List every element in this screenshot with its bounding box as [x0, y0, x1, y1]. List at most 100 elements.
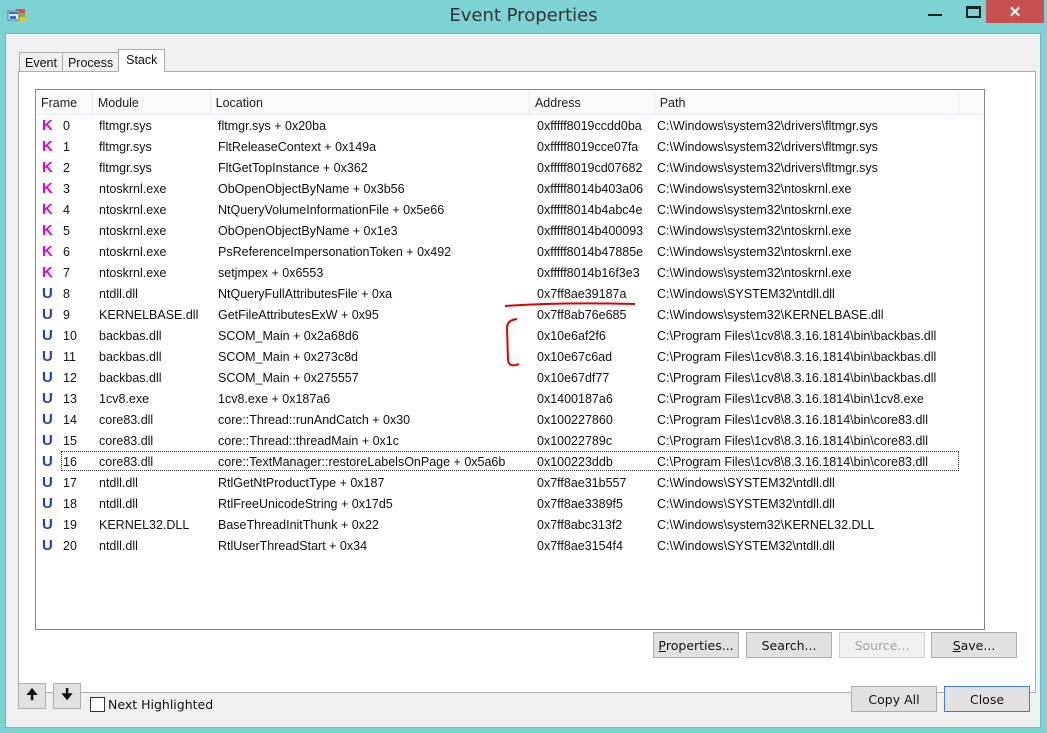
column-header-address[interactable]: Address — [530, 90, 655, 114]
close-button[interactable]: Close — [944, 686, 1030, 712]
stack-frame-row[interactable]: K 7 ntoskrnl.exe setjmpex + 0x6553 0xfffff80… — [36, 262, 984, 283]
stack-frame-row[interactable]: U 11 backbas.dll SCOM_Main + 0x273c8d 0x10e6… — [36, 346, 984, 367]
title-bar[interactable]: Event Properties ✕ — [0, 0, 1047, 33]
source-button: Source... — [839, 632, 925, 658]
path-cell: C:\Windows\system32\ntoskrnl.exe — [657, 223, 852, 238]
address-cell: 0x7ff8ae3154f4 — [537, 538, 623, 553]
next-highlighted-checkbox-box[interactable] — [90, 697, 105, 712]
module-cell: KERNEL32.DLL — [99, 517, 190, 532]
stack-frame-row[interactable]: U 18 ntdll.dll RtlFreeUnicodeString + 0x17d… — [36, 493, 984, 514]
stack-frame-row[interactable]: U 12 backbas.dll SCOM_Main + 0x275557 0x10e6… — [36, 367, 984, 388]
path-cell: C:\Program Files\1cv8\8.3.16.1814\bin\co… — [657, 412, 928, 427]
stack-frame-row[interactable]: K 0 fltmgr.sys fltmgr.sys + 0x20ba 0xfffff80… — [36, 115, 984, 136]
next-highlighted-checkbox[interactable]: Next Highlighted — [90, 697, 213, 712]
user-mode-icon: U — [42, 285, 53, 302]
location-cell: RtlUserThreadStart + 0x34 — [218, 538, 368, 553]
path-cell: C:\Program Files\1cv8\8.3.16.1814\bin\ba… — [657, 370, 937, 385]
frame-number: 2 — [63, 160, 70, 175]
save-button[interactable]: Save... — [931, 632, 1017, 658]
kernel-mode-icon: K — [42, 159, 53, 176]
frame-cell: K0 — [36, 117, 93, 134]
frame-cell: U8 — [36, 285, 93, 302]
stack-frame-row[interactable]: K 4 ntoskrnl.exe NtQueryVolumeInformationFi… — [36, 199, 984, 220]
stack-frame-row[interactable]: U 13 1cv8.exe 1cv8.exe + 0x187a6 0x1400187a6… — [36, 388, 984, 409]
module-cell: backbas.dll — [99, 328, 162, 343]
column-header-module[interactable]: Module — [93, 90, 211, 114]
next-event-button[interactable]: 🠋 — [53, 683, 81, 709]
previous-event-button[interactable]: 🠉 — [18, 683, 46, 709]
path-cell: C:\Windows\system32\ntoskrnl.exe — [657, 265, 852, 280]
search-button[interactable]: Search... — [746, 632, 832, 658]
frame-cell: K6 — [36, 243, 93, 260]
user-mode-icon: U — [42, 390, 53, 407]
location-cell: SCOM_Main + 0x2a68d6 — [218, 328, 359, 343]
stack-frame-row[interactable]: K 6 ntoskrnl.exe PsReferenceImpersonationTo… — [36, 241, 984, 262]
stack-frame-row[interactable]: U 14 core83.dll core::Thread::runAndCatch +… — [36, 409, 984, 430]
stack-rows: K 0 fltmgr.sys fltmgr.sys + 0x20ba 0xfffff80… — [36, 115, 984, 556]
module-cell: KERNELBASE.dll — [99, 307, 199, 322]
path-cell: C:\Windows\system32\ntoskrnl.exe — [657, 181, 852, 196]
frame-number: 13 — [63, 391, 77, 406]
column-header-frame[interactable]: Frame — [36, 90, 93, 114]
frame-cell: U 19 — [36, 516, 93, 533]
module-cell: ntoskrnl.exe — [99, 223, 167, 238]
stack-frame-row[interactable]: U 15 core83.dll core::Thread::threadMain + … — [36, 430, 984, 451]
stack-list-header: Frame Module Location Address Path — [36, 90, 984, 115]
location-cell: NtQueryFullAttributesFile + 0xa — [218, 286, 393, 301]
frame-cell: U 15 — [36, 432, 93, 449]
user-mode-icon: U — [42, 411, 53, 428]
stack-frame-row[interactable]: U 9 KERNELBASE.dll GetFileAttributesExW + 0… — [36, 304, 984, 325]
stack-frame-row[interactable]: K 2 fltmgr.sys FltGetTopInstance + 0x362 0xf… — [36, 157, 984, 178]
address-cell: 0x10e67df77 — [537, 370, 610, 385]
path-cell: C:\Windows\system32\KERNEL32.DLL — [657, 517, 875, 532]
location-cell: GetFileAttributesExW + 0x95 — [218, 307, 379, 322]
close-window-button[interactable]: ✕ — [986, 0, 1044, 23]
stack-frame-row[interactable]: K 1 fltmgr.sys FltReleaseContext + 0x149a 0x… — [36, 136, 984, 157]
properties-button[interactable]: Properties... — [653, 632, 739, 658]
kernel-mode-icon: K — [42, 243, 53, 260]
module-cell: ntdll.dll — [99, 475, 138, 490]
frame-number: 6 — [63, 244, 70, 259]
address-cell: 0xfffff8019ccdd0ba — [537, 118, 642, 133]
address-cell: 0x10022789c — [537, 433, 613, 448]
tab-stack[interactable]: Stack — [118, 49, 166, 72]
stack-frame-row[interactable]: U 19 KERNEL32.DLL BaseThreadInitThunk + 0x2… — [36, 514, 984, 535]
frame-number: 12 — [63, 370, 77, 385]
frame-number: 8 — [63, 286, 70, 301]
window-title: Event Properties — [449, 5, 598, 26]
frame-number: 17 — [63, 475, 77, 490]
frame-cell: K5 — [36, 222, 93, 239]
copy-all-button[interactable]: Copy All — [851, 686, 937, 712]
module-cell: ntoskrnl.exe — [99, 265, 167, 280]
column-header-path[interactable]: Path — [655, 90, 960, 114]
frame-cell: K4 — [36, 201, 93, 218]
frame-number: 15 — [63, 433, 77, 448]
frame-cell: K2 — [36, 159, 93, 176]
stack-frame-row[interactable]: U 8 ntdll.dll NtQueryFullAttributesFile + 0… — [36, 283, 984, 304]
stack-frame-row[interactable]: U 17 ntdll.dll RtlGetNtProductType + 0x187 0… — [36, 472, 984, 493]
frame-cell: K7 — [36, 264, 93, 281]
user-mode-icon: U — [42, 327, 53, 344]
stack-tab-panel: Frame Module Location Address Path K 0 flt… — [18, 71, 1036, 693]
column-header-location[interactable]: Location — [211, 90, 530, 114]
stack-frame-row[interactable]: U 16 core83.dll core::TextManager::restoreL… — [36, 451, 984, 472]
stack-list[interactable]: Frame Module Location Address Path K 0 flt… — [35, 89, 985, 630]
stack-frame-row[interactable]: K 3 ntoskrnl.exe ObOpenObjectByName + 0x3b5… — [36, 178, 984, 199]
minimize-button[interactable] — [921, 0, 949, 23]
path-cell: C:\Windows\SYSTEM32\ntdll.dll — [657, 475, 835, 490]
stack-frame-row[interactable]: U 20 ntdll.dll RtlUserThreadStart + 0x34 0x7… — [36, 535, 984, 556]
user-mode-icon: U — [42, 474, 53, 491]
maximize-icon — [965, 5, 981, 18]
user-mode-icon: U — [42, 432, 53, 449]
address-cell: 0x10e67c6ad — [537, 349, 613, 364]
module-cell: fltmgr.sys — [99, 139, 152, 154]
maximize-button[interactable] — [959, 0, 987, 23]
stack-frame-row[interactable]: K 5 ntoskrnl.exe ObOpenObjectByName + 0x1e3… — [36, 220, 984, 241]
tab-event[interactable]: Event — [19, 52, 63, 72]
location-cell: SCOM_Main + 0x275557 — [218, 370, 359, 385]
path-cell: C:\Program Files\1cv8\8.3.16.1814\bin\1c… — [657, 391, 924, 406]
frame-cell: K3 — [36, 180, 93, 197]
tab-process[interactable]: Process — [61, 52, 120, 72]
stack-frame-row[interactable]: U 10 backbas.dll SCOM_Main + 0x2a68d6 0x10e6… — [36, 325, 984, 346]
module-cell: fltmgr.sys — [99, 160, 152, 175]
